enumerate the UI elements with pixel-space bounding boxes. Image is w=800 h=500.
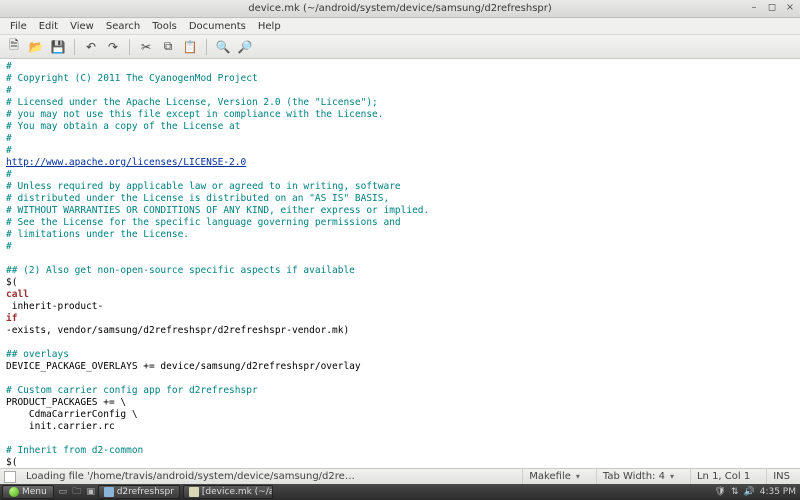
- editor-icon: [189, 487, 199, 497]
- close-button[interactable]: ×: [784, 1, 796, 13]
- menubar: File Edit View Search Tools Documents He…: [0, 18, 800, 35]
- language-selector[interactable]: Makefile: [522, 469, 586, 484]
- toolbar: 🗎 📂 💾 ↶ ↷ ✂ ⧉ 📋 🔍 🔎: [0, 35, 800, 59]
- new-icon[interactable]: 🗎: [4, 38, 24, 56]
- insert-mode[interactable]: INS: [766, 469, 796, 484]
- taskbar: Menu ▭ 🗀 ▣ d2refreshspr [device.mk (~/an…: [0, 484, 800, 500]
- window-title: device.mk (~/android/system/device/samsu…: [248, 3, 552, 14]
- network-icon[interactable]: ⇅: [731, 487, 739, 497]
- editor-area[interactable]: ## Copyright (C) 2011 The CyanogenMod Pr…: [0, 59, 800, 468]
- terminal-icon[interactable]: ▣: [84, 485, 98, 499]
- clock[interactable]: 4:35 PM: [760, 487, 796, 497]
- file-manager-icon[interactable]: 🗀: [70, 485, 84, 499]
- menu-documents[interactable]: Documents: [183, 20, 252, 33]
- menu-tools[interactable]: Tools: [146, 20, 183, 33]
- show-desktop-icon[interactable]: ▭: [56, 485, 70, 499]
- menu-help[interactable]: Help: [252, 20, 287, 33]
- cursor-position: Ln 1, Col 1: [690, 469, 756, 484]
- shield-icon[interactable]: 🛡: [715, 487, 726, 497]
- save-icon[interactable]: 💾: [48, 38, 68, 56]
- menu-file[interactable]: File: [4, 20, 33, 33]
- maximize-button[interactable]: ◻: [766, 1, 778, 13]
- copy-icon[interactable]: ⧉: [158, 38, 178, 56]
- open-icon[interactable]: 📂: [26, 38, 46, 56]
- cut-icon[interactable]: ✂: [136, 38, 156, 56]
- redo-icon[interactable]: ↷: [103, 38, 123, 56]
- menu-search[interactable]: Search: [100, 20, 146, 33]
- window-titlebar: device.mk (~/android/system/device/samsu…: [0, 0, 800, 18]
- status-message: Loading file '/home/travis/android/syste…: [26, 471, 356, 482]
- find-icon[interactable]: 🔍: [213, 38, 233, 56]
- menu-view[interactable]: View: [64, 20, 100, 33]
- code-content[interactable]: ## Copyright (C) 2011 The CyanogenMod Pr…: [0, 59, 800, 468]
- find-replace-icon[interactable]: 🔎: [235, 38, 255, 56]
- statusbar: Loading file '/home/travis/android/syste…: [0, 468, 800, 484]
- mint-logo-icon: [9, 487, 19, 497]
- tab-width-selector[interactable]: Tab Width: 4: [596, 469, 680, 484]
- folder-icon: [104, 487, 114, 497]
- task-editor[interactable]: [device.mk (~/androi...: [183, 485, 273, 499]
- task-file-manager[interactable]: d2refreshspr: [98, 485, 180, 499]
- system-tray: 🛡 ⇅ 🔊 4:35 PM: [715, 487, 800, 497]
- menu-edit[interactable]: Edit: [33, 20, 64, 33]
- paste-icon[interactable]: 📋: [180, 38, 200, 56]
- undo-icon[interactable]: ↶: [81, 38, 101, 56]
- start-menu-button[interactable]: Menu: [2, 485, 54, 499]
- minimize-button[interactable]: –: [748, 1, 760, 13]
- document-tab-icon[interactable]: [4, 471, 16, 483]
- volume-icon[interactable]: 🔊: [744, 487, 755, 497]
